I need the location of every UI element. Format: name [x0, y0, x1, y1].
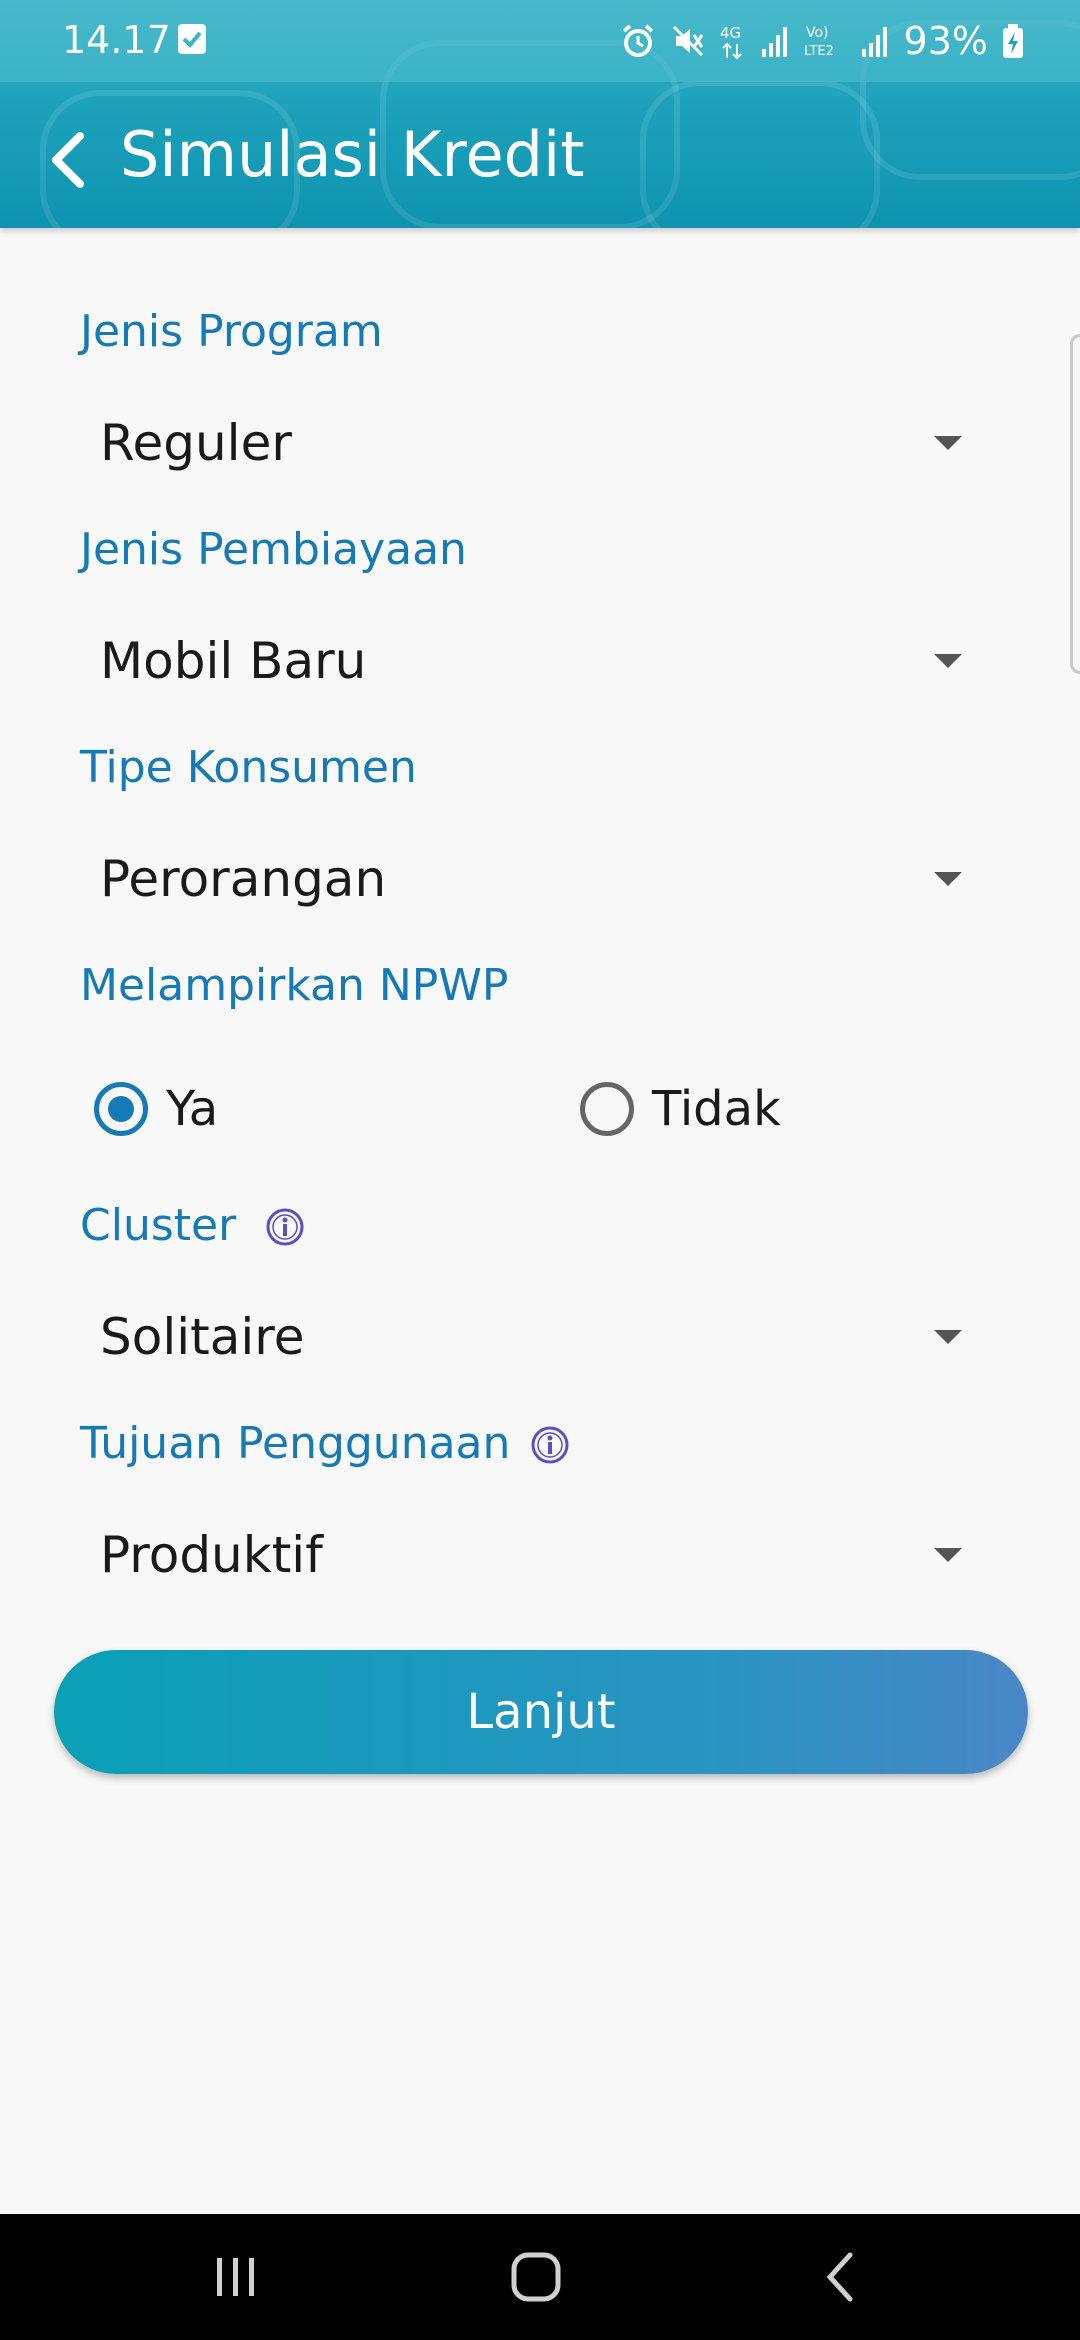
page-title: Simulasi Kredit — [120, 118, 585, 191]
recent-apps-icon — [217, 2258, 254, 2296]
radio-npwp-tidak[interactable]: Tidak — [580, 1081, 781, 1137]
svg-text:4G: 4G — [720, 24, 741, 42]
svg-text:LTE2: LTE2 — [804, 44, 834, 59]
alarm-icon — [622, 24, 653, 57]
label-tujuan-penggunaan: Tujuan Penggunaan — [80, 1418, 511, 1469]
label-npwp: Melampirkan NPWP — [80, 960, 509, 1011]
volte-icon: Vo) LTE2 — [804, 25, 834, 59]
select-value: Solitaire — [100, 1308, 305, 1366]
scroll-indicator[interactable] — [1070, 334, 1080, 674]
radio-npwp-ya[interactable]: Ya — [94, 1081, 218, 1137]
dropdown-arrow-icon — [934, 654, 962, 668]
app-header: 14.17 4G Vo) LTE2 93% Simulasi Kredit — [0, 0, 1080, 228]
svg-text:Vo): Vo) — [806, 25, 829, 41]
label-jenis-program: Jenis Program — [80, 306, 383, 357]
select-tujuan-penggunaan[interactable]: Produktif — [80, 1500, 980, 1610]
status-time: 14.17 — [62, 18, 171, 62]
dropdown-arrow-icon — [934, 872, 962, 886]
radio-unchecked-icon — [580, 1082, 634, 1136]
label-tipe-konsumen: Tipe Konsumen — [80, 742, 417, 793]
4g-icon: 4G — [720, 24, 742, 60]
status-icons: 4G Vo) LTE2 93% — [620, 16, 1024, 66]
label-jenis-pembiayaan: Jenis Pembiayaan — [80, 524, 467, 575]
battery-percent: 93% — [903, 19, 988, 63]
select-tipe-konsumen[interactable]: Perorangan — [80, 824, 980, 934]
back-button[interactable] — [38, 122, 98, 198]
select-jenis-pembiayaan[interactable]: Mobil Baru — [80, 606, 980, 716]
radio-label: Tidak — [652, 1081, 781, 1137]
recent-apps-button[interactable] — [196, 2242, 276, 2312]
signal-icon — [861, 27, 887, 57]
select-value: Perorangan — [100, 850, 387, 908]
radio-checked-icon — [94, 1082, 148, 1136]
info-icon[interactable] — [265, 1207, 305, 1247]
check-notification-icon — [178, 24, 206, 54]
home-button[interactable] — [496, 2242, 576, 2312]
chevron-left-icon — [52, 132, 84, 188]
status-bar: 14.17 4G Vo) LTE2 93% — [0, 0, 1080, 82]
select-value: Reguler — [100, 414, 292, 472]
next-button[interactable]: Lanjut — [54, 1650, 1028, 1774]
signal-icon — [761, 27, 787, 57]
select-value: Mobil Baru — [100, 632, 367, 690]
select-jenis-program[interactable]: Reguler — [80, 388, 980, 498]
back-icon — [826, 2252, 853, 2302]
dropdown-arrow-icon — [934, 436, 962, 450]
dropdown-arrow-icon — [934, 1548, 962, 1562]
dropdown-arrow-icon — [934, 1330, 962, 1344]
select-cluster[interactable]: Solitaire — [80, 1282, 980, 1392]
radio-label: Ya — [166, 1081, 219, 1137]
label-cluster: Cluster — [80, 1200, 237, 1251]
home-icon — [511, 2252, 561, 2302]
nav-back-button[interactable] — [800, 2242, 880, 2312]
select-value: Produktif — [100, 1526, 323, 1584]
app-bar: Simulasi Kredit — [0, 82, 1080, 228]
info-icon[interactable] — [530, 1425, 570, 1465]
battery-charging-icon — [1003, 24, 1023, 58]
mute-icon — [672, 25, 703, 57]
system-nav-bar — [0, 2214, 1080, 2340]
